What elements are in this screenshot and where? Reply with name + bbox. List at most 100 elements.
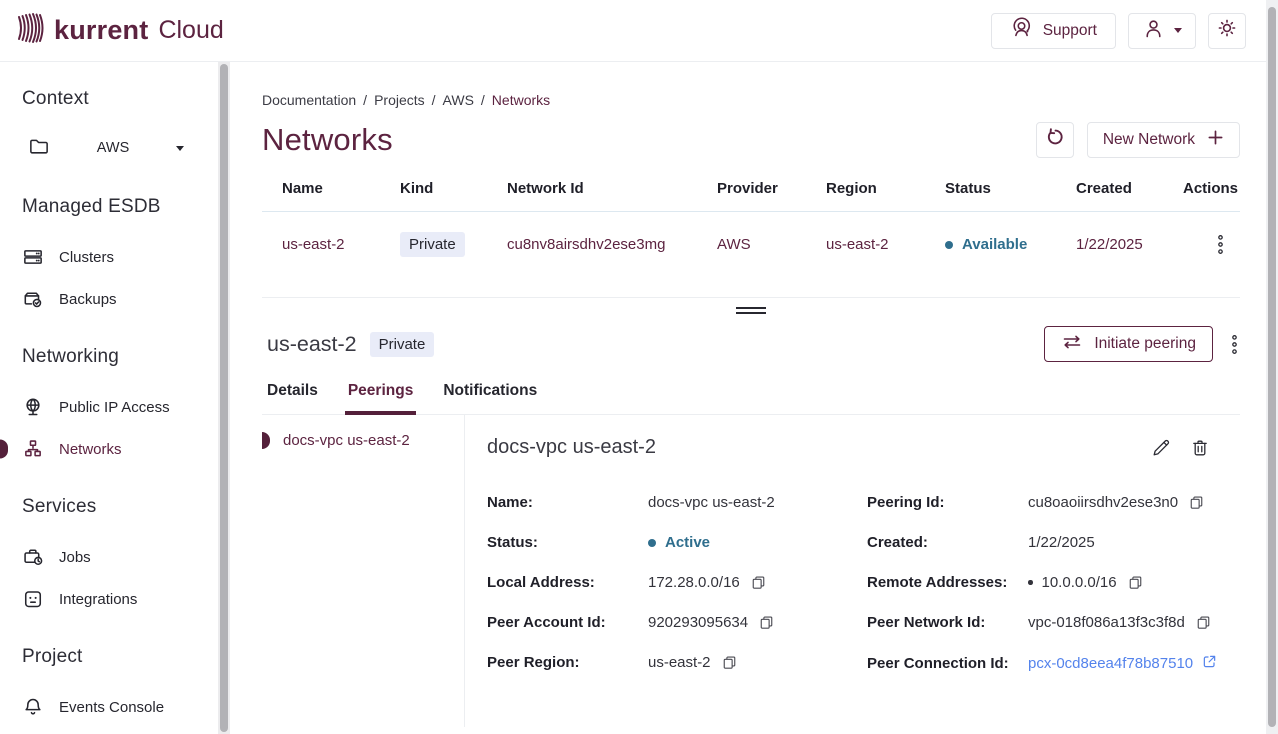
peering-detail-pane: docs-vpc us-east-2 [465, 415, 1240, 727]
breadcrumb-projects[interactable]: Projects [374, 92, 425, 108]
sidebar: Context AWS Managed ESDB [0, 62, 218, 734]
tab-details[interactable]: Details [267, 382, 318, 414]
sidebar-scrollbar-thumb[interactable] [220, 64, 228, 732]
clusters-icon [22, 246, 44, 268]
tab-notifications[interactable]: Notifications [443, 382, 537, 414]
networks-table: Name Kind Network Id Provider Region Sta… [262, 180, 1240, 279]
row-kebab-menu-button[interactable] [1215, 230, 1226, 259]
peering-item-label[interactable]: docs-vpc us-east-2 [283, 432, 410, 449]
copy-icon[interactable] [759, 615, 774, 630]
sidebar-item-label: Networks [59, 441, 122, 458]
active-item-marker [0, 440, 8, 459]
main-content: Documentation / Projects / AWS / Network… [230, 62, 1266, 734]
copy-icon[interactable] [1196, 615, 1211, 630]
peering-fields-left: Name: docs-vpc us-east-2 Status: Active … [487, 494, 867, 696]
page-scrollbar-thumb[interactable] [1268, 7, 1276, 727]
sidebar-item-label: Clusters [59, 249, 114, 266]
resize-drag-handle[interactable] [736, 304, 766, 317]
kind-badge: Private [400, 232, 465, 257]
trash-icon [1190, 446, 1210, 461]
support-agent-icon [1010, 17, 1033, 45]
col-provider: Provider [717, 180, 826, 197]
sidebar-scrollbar[interactable] [218, 62, 230, 734]
theme-toggle-button[interactable] [1208, 13, 1246, 49]
initiate-peering-button[interactable]: Initiate peering [1044, 326, 1213, 362]
field-local-address: Local Address: 172.28.0.0/16 [487, 574, 867, 591]
field-peer-network-id: Peer Network Id: vpc-018f086a13f3c3f8d [867, 614, 1240, 631]
sidebar-item-label: Integrations [59, 591, 137, 608]
sidebar-item-integrations[interactable]: Integrations [22, 578, 218, 620]
sidebar-heading-context: Context [22, 88, 218, 110]
selected-peering-marker [262, 432, 270, 449]
breadcrumb-separator: / [363, 92, 367, 108]
user-menu-button[interactable] [1128, 13, 1196, 49]
copy-icon[interactable] [751, 575, 766, 590]
col-actions: Actions [1183, 180, 1244, 197]
field-name: Name: docs-vpc us-east-2 [487, 494, 867, 511]
top-header: kurrent Cloud Support [0, 0, 1266, 62]
sidebar-item-label: Events Console [59, 699, 164, 716]
sidebar-item-clusters[interactable]: Clusters [22, 236, 218, 278]
peer-connection-link[interactable]: pcx-0cd8eea4f78b87510 [1028, 654, 1217, 673]
edit-peering-button[interactable] [1149, 436, 1173, 463]
peering-status: Active [665, 534, 710, 551]
status-dot [945, 241, 953, 249]
swap-arrows-icon [1061, 335, 1083, 354]
cell-name[interactable]: us-east-2 [282, 236, 400, 253]
sidebar-item-jobs[interactable]: Jobs [22, 536, 218, 578]
field-peer-region: Peer Region: us-east-2 [487, 654, 867, 671]
field-peer-account-id: Peer Account Id: 920293095634 [487, 614, 867, 631]
cell-network-id: cu8nv8airsdhv2ese3mg [507, 236, 717, 253]
detail-kebab-menu-button[interactable] [1229, 330, 1240, 359]
refresh-icon [1045, 128, 1065, 153]
detail-title: us-east-2 [267, 332, 357, 357]
breadcrumb-documentation[interactable]: Documentation [262, 92, 356, 108]
copy-icon[interactable] [722, 655, 737, 670]
context-selector[interactable]: AWS [22, 128, 194, 168]
refresh-button[interactable] [1036, 122, 1074, 158]
outlet-icon [22, 588, 44, 610]
support-button[interactable]: Support [991, 13, 1116, 49]
col-kind: Kind [400, 180, 507, 197]
context-selected-label: AWS [50, 140, 176, 156]
detail-kind-badge: Private [370, 332, 435, 357]
soundwave-logo-icon [16, 11, 46, 50]
kurrent-cloud-logo[interactable]: kurrent Cloud [16, 11, 224, 50]
peering-list-item[interactable]: docs-vpc us-east-2 [262, 432, 464, 449]
plus-icon [1207, 129, 1224, 151]
sidebar-item-backups[interactable]: Backups [22, 278, 218, 320]
backups-icon [22, 288, 44, 310]
sidebar-item-events-console[interactable]: Events Console [22, 686, 218, 728]
bell-icon [22, 696, 44, 718]
delete-peering-button[interactable] [1188, 436, 1212, 463]
status-dot [648, 539, 656, 547]
copy-icon[interactable] [1128, 575, 1143, 590]
status-badge: Available [962, 236, 1027, 253]
page-scrollbar[interactable] [1266, 0, 1278, 734]
sidebar-item-networks[interactable]: Networks [22, 428, 218, 470]
pencil-icon [1151, 446, 1171, 461]
col-name: Name [282, 180, 400, 197]
sidebar-item-settings[interactable]: Settings [22, 728, 218, 734]
briefcase-clock-icon [22, 546, 44, 568]
cell-provider: AWS [717, 236, 826, 253]
tab-peerings[interactable]: Peerings [348, 382, 413, 414]
detail-tabs: Details Peerings Notifications [262, 382, 1240, 415]
breadcrumb-aws[interactable]: AWS [443, 92, 474, 108]
network-tree-icon [22, 438, 44, 460]
folder-icon [28, 135, 50, 162]
globe-icon [22, 396, 44, 418]
col-created: Created [1076, 180, 1183, 197]
sidebar-item-public-ip-access[interactable]: Public IP Access [22, 386, 218, 428]
copy-icon[interactable] [1189, 495, 1204, 510]
logo-text: kurrent [54, 15, 148, 46]
chevron-down-icon [1174, 28, 1182, 33]
new-network-button[interactable]: New Network [1087, 122, 1240, 158]
sidebar-item-label: Jobs [59, 549, 91, 566]
sidebar-heading-project: Project [22, 646, 218, 668]
network-detail-header: us-east-2 Private Initiate peering [262, 323, 1240, 365]
table-row[interactable]: us-east-2 Private cu8nv8airsdhv2ese3mg A… [262, 212, 1240, 279]
app-window: kurrent Cloud Support [0, 0, 1278, 734]
sidebar-item-label: Backups [59, 291, 117, 308]
sidebar-heading-networking: Networking [22, 346, 218, 368]
